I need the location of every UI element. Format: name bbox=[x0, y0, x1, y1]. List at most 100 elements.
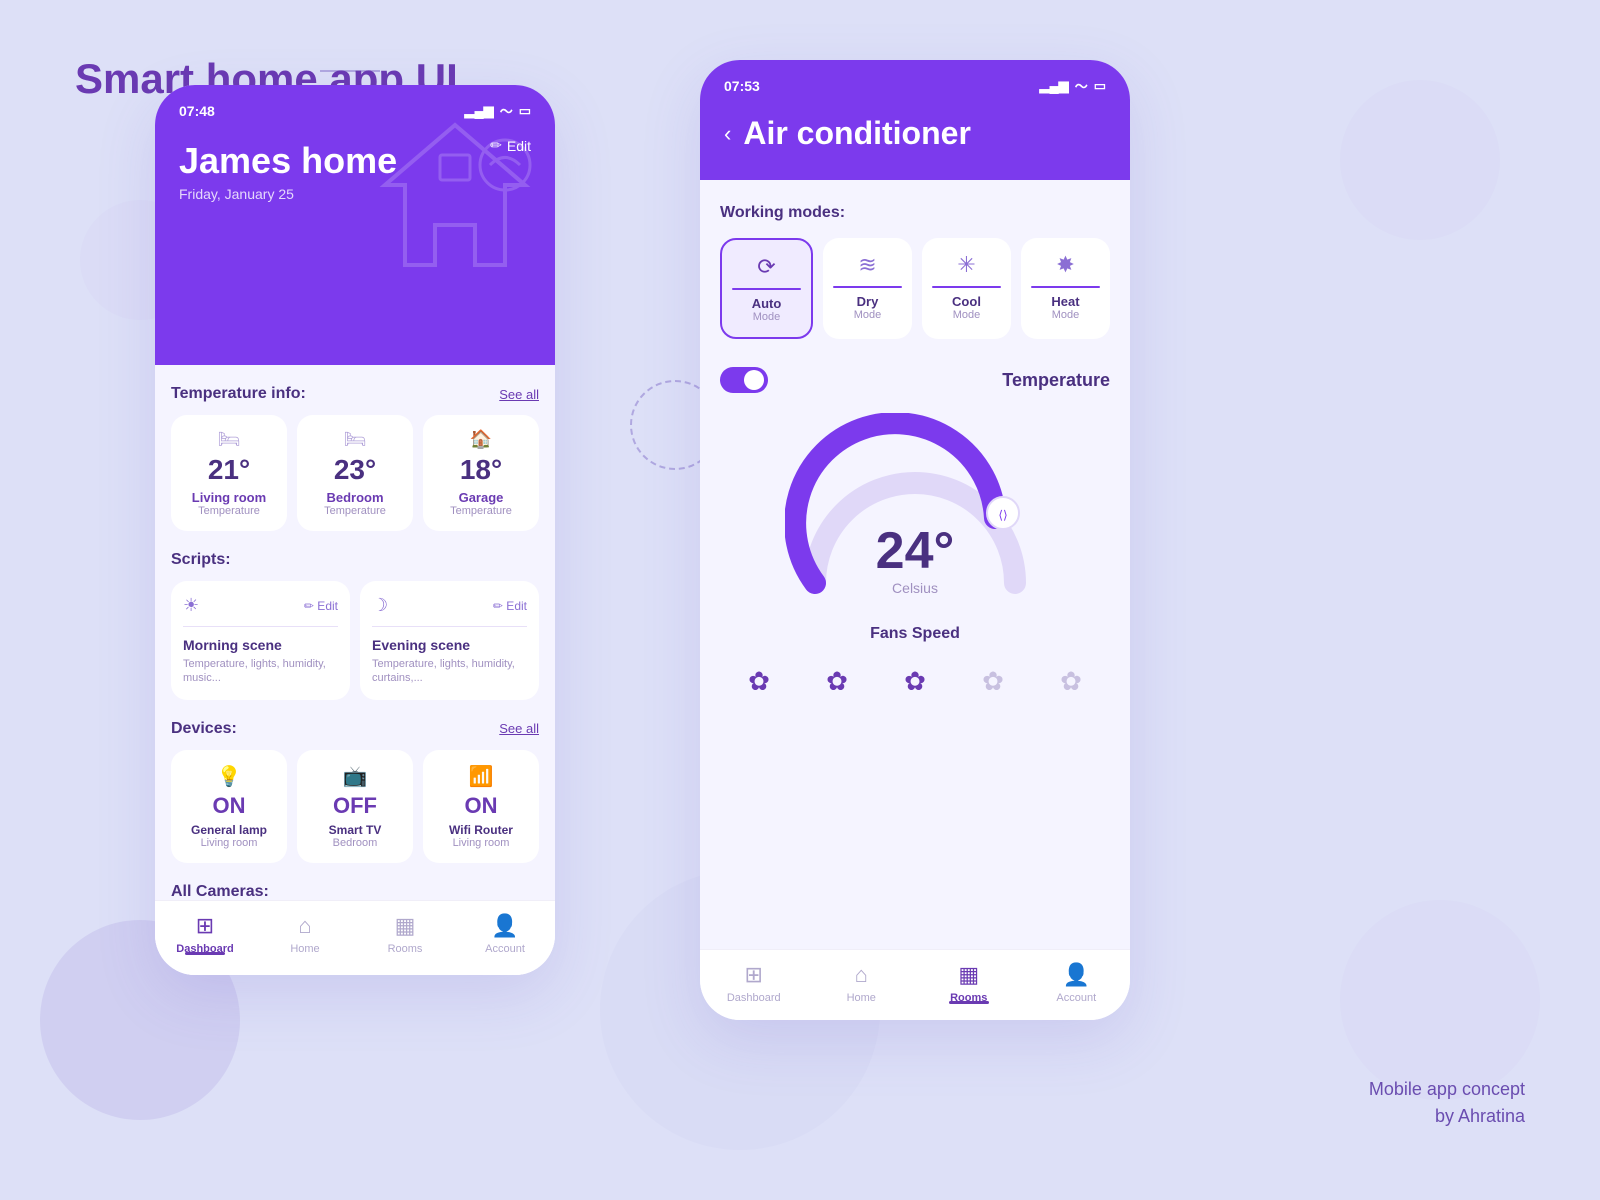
script-morning-desc: Temperature, lights, humidity, music... bbox=[183, 657, 338, 686]
nav-home-label: Home bbox=[290, 943, 319, 955]
dry-sub: Mode bbox=[833, 309, 902, 321]
battery-icon-2: ▭ bbox=[1094, 78, 1106, 94]
fan-3[interactable]: ✿ bbox=[893, 659, 937, 703]
script-card-morning[interactable]: ☀ ✏ Edit Morning scene Temperature, ligh… bbox=[171, 581, 350, 700]
devices-section-header: Devices: See all bbox=[171, 720, 539, 738]
credit: Mobile app concept by Ahratina bbox=[1369, 1076, 1525, 1130]
nav2-home[interactable]: ⌂ Home bbox=[808, 962, 916, 1004]
phone1: 07:48 ▂▄▆ 〜 ▭ James home Friday, January… bbox=[155, 85, 555, 975]
wifi-device-icon: 📶 bbox=[433, 764, 529, 789]
garage-icon: 🏠 bbox=[435, 429, 527, 450]
script-evening-header: ☽ ✏ Edit bbox=[372, 595, 527, 616]
devices-title: Devices: bbox=[171, 720, 237, 738]
temp-card-garage[interactable]: 🏠 18° Garage Temperature bbox=[423, 415, 539, 531]
phone2-body: Working modes: ⟳ Auto Mode ≋ Dry Mode ✳ … bbox=[700, 180, 1130, 1020]
temp-card-bedroom[interactable]: 🛏 23° Bedroom Temperature bbox=[297, 415, 413, 531]
fan-4[interactable]: ✿ bbox=[971, 659, 1015, 703]
thermostat-arc: ⟨⟩ 24° Celsius bbox=[785, 413, 1045, 613]
mode-cool[interactable]: ✳ Cool Mode bbox=[922, 238, 1011, 339]
edit-icon: ✏ bbox=[490, 137, 502, 154]
script-morning-edit[interactable]: ✏ Edit bbox=[304, 599, 338, 613]
mode-cards: ⟳ Auto Mode ≋ Dry Mode ✳ Cool Mode ✸ Hea… bbox=[720, 238, 1110, 339]
nav-account[interactable]: 👤 Account bbox=[455, 913, 555, 955]
heat-underline bbox=[1031, 286, 1100, 288]
nav-rooms[interactable]: ▦ Rooms bbox=[355, 913, 455, 955]
dry-underline bbox=[833, 286, 902, 288]
wifi-icon-2: 〜 bbox=[1075, 76, 1088, 95]
svg-text:Celsius: Celsius bbox=[892, 580, 938, 596]
fan-5[interactable]: ✿ bbox=[1049, 659, 1093, 703]
sun-icon: ☀ bbox=[183, 595, 199, 616]
temp-label-garage: Temperature bbox=[435, 505, 527, 517]
temp-value-bedroom: 23° bbox=[309, 454, 401, 486]
nav-indicator bbox=[185, 952, 225, 955]
device-card-tv[interactable]: 📺 OFF Smart TV Bedroom bbox=[297, 750, 413, 863]
cool-icon: ✳ bbox=[932, 252, 1001, 278]
script-card-evening[interactable]: ☽ ✏ Edit Evening scene Temperature, ligh… bbox=[360, 581, 539, 700]
bed-icon: 🛏 bbox=[183, 429, 275, 450]
scripts-section-header: Scripts: bbox=[171, 551, 539, 569]
working-modes-title: Working modes: bbox=[720, 204, 1110, 222]
nav-account-label: Account bbox=[485, 943, 525, 955]
temperature-toggle[interactable] bbox=[720, 367, 768, 393]
auto-sub: Mode bbox=[732, 311, 801, 323]
cool-sub: Mode bbox=[932, 309, 1001, 321]
phone2-status-icons: ▂▄▆ 〜 ▭ bbox=[1039, 76, 1106, 95]
script-evening-desc: Temperature, lights, humidity, curtains,… bbox=[372, 657, 527, 686]
phone1-body: Temperature info: See all 🛏 21° Living r… bbox=[155, 365, 555, 975]
nav-dashboard[interactable]: ⊞ Dashboard bbox=[155, 913, 255, 955]
nav2-account-label: Account bbox=[1056, 992, 1096, 1004]
fan-2[interactable]: ✿ bbox=[815, 659, 859, 703]
lamp-name: General lamp bbox=[181, 823, 277, 837]
temperature-toggle-label: Temperature bbox=[1002, 370, 1110, 391]
script-morning-name: Morning scene bbox=[183, 637, 338, 653]
mode-dry[interactable]: ≋ Dry Mode bbox=[823, 238, 912, 339]
temp-value-living: 21° bbox=[183, 454, 275, 486]
fan-1[interactable]: ✿ bbox=[737, 659, 781, 703]
dry-icon: ≋ bbox=[833, 252, 902, 278]
heat-sub: Mode bbox=[1031, 309, 1100, 321]
phone2-bottom-nav: ⊞ Dashboard ⌂ Home ▦ Rooms 👤 Account bbox=[700, 949, 1130, 1020]
nav-rooms-label: Rooms bbox=[388, 943, 423, 955]
home-nav-icon-2: ⌂ bbox=[855, 962, 868, 988]
nav-home[interactable]: ⌂ Home bbox=[255, 913, 355, 955]
heat-name: Heat bbox=[1031, 294, 1100, 309]
svg-text:⟨⟩: ⟨⟩ bbox=[998, 508, 1007, 522]
rooms-icon: ▦ bbox=[395, 913, 416, 939]
see-all-devices-button[interactable]: See all bbox=[499, 721, 539, 736]
temp-room-living: Living room bbox=[183, 490, 275, 505]
phone1-bottom-nav: ⊞ Dashboard ⌂ Home ▦ Rooms 👤 Account bbox=[155, 900, 555, 975]
cameras-title: All Cameras: bbox=[171, 883, 539, 901]
nav2-rooms[interactable]: ▦ Rooms bbox=[915, 962, 1023, 1004]
temp-room-garage: Garage bbox=[435, 490, 527, 505]
wifi-status: ON bbox=[433, 793, 529, 819]
lamp-status: ON bbox=[181, 793, 277, 819]
device-card-wifi[interactable]: 📶 ON Wifi Router Living room bbox=[423, 750, 539, 863]
heat-icon: ✸ bbox=[1031, 252, 1100, 278]
bed-icon-2: 🛏 bbox=[309, 429, 401, 450]
device-card-lamp[interactable]: 💡 ON General lamp Living room bbox=[171, 750, 287, 863]
dry-name: Dry bbox=[833, 294, 902, 309]
script-evening-divider bbox=[372, 626, 527, 627]
account-icon: 👤 bbox=[491, 913, 518, 939]
header-edit-button[interactable]: ✏ Edit bbox=[490, 137, 531, 154]
back-button[interactable]: ‹ bbox=[724, 121, 731, 147]
mode-heat[interactable]: ✸ Heat Mode bbox=[1021, 238, 1110, 339]
script-evening-edit[interactable]: ✏ Edit bbox=[493, 599, 527, 613]
dashboard-icon: ⊞ bbox=[196, 913, 214, 939]
mode-auto[interactable]: ⟳ Auto Mode bbox=[720, 238, 813, 339]
temp-label-bedroom: Temperature bbox=[309, 505, 401, 517]
see-all-temp-button[interactable]: See all bbox=[499, 387, 539, 402]
temperature-title: Temperature info: bbox=[171, 385, 306, 403]
auto-name: Auto bbox=[732, 296, 801, 311]
scripts-cards: ☀ ✏ Edit Morning scene Temperature, ligh… bbox=[171, 581, 539, 700]
script-morning-header: ☀ ✏ Edit bbox=[183, 595, 338, 616]
wifi-location: Living room bbox=[433, 837, 529, 849]
temp-card-living[interactable]: 🛏 21° Living room Temperature bbox=[171, 415, 287, 531]
temp-room-bedroom: Bedroom bbox=[309, 490, 401, 505]
nav2-account[interactable]: 👤 Account bbox=[1023, 962, 1131, 1004]
home-nav-icon: ⌂ bbox=[298, 913, 311, 939]
temperature-toggle-row: Temperature bbox=[720, 367, 1110, 393]
temperature-cards: 🛏 21° Living room Temperature 🛏 23° Bedr… bbox=[171, 415, 539, 531]
nav2-dashboard[interactable]: ⊞ Dashboard bbox=[700, 962, 808, 1004]
